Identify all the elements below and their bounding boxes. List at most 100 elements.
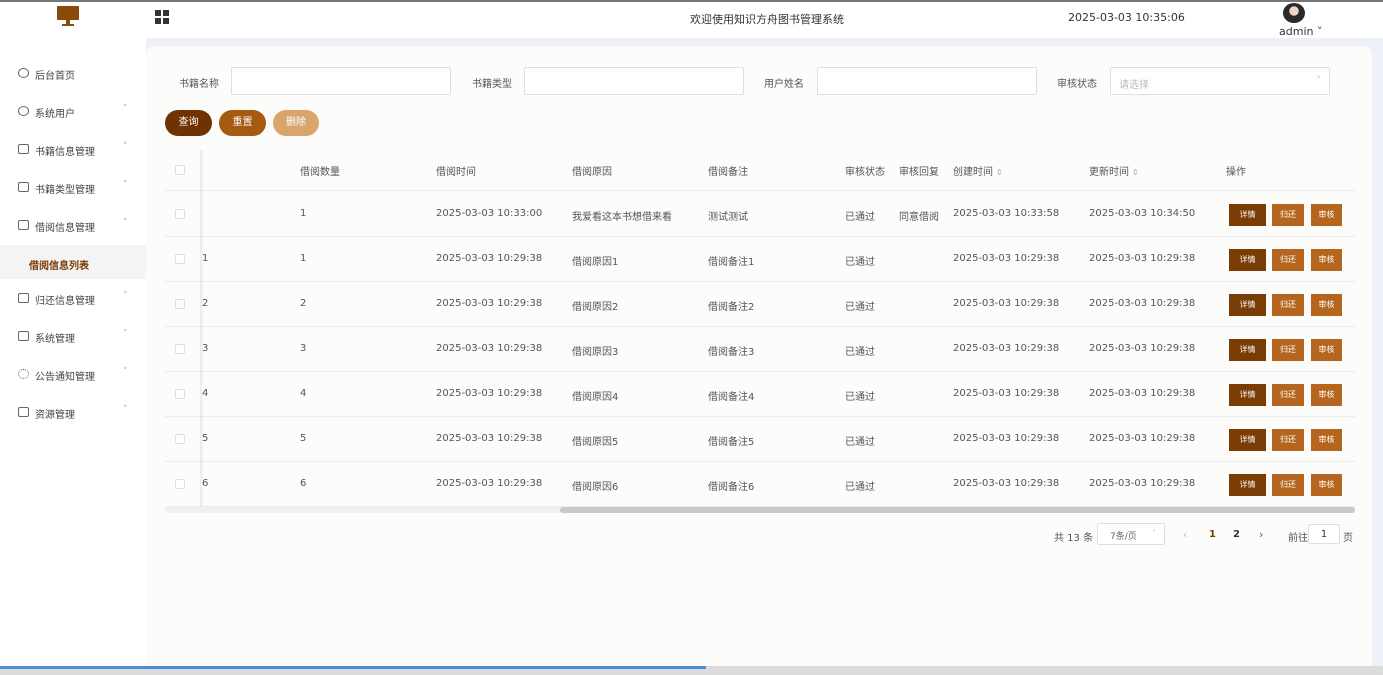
sidebar-item-label: 公告通知管理 xyxy=(35,372,95,383)
row-checkbox[interactable] xyxy=(175,434,185,444)
row-checkbox[interactable] xyxy=(175,479,185,489)
sidebar-item-label: 资源管理 xyxy=(35,410,75,421)
cell-status: 已通过 xyxy=(845,302,875,313)
audit-button[interactable]: 审核 xyxy=(1311,204,1342,226)
select-all-checkbox[interactable] xyxy=(175,165,185,175)
cell-status: 已通过 xyxy=(845,392,875,403)
sidebar-item-resources[interactable]: 资源管理 ˅ xyxy=(0,394,146,432)
audit-button[interactable]: 审核 xyxy=(1311,249,1342,271)
chevron-down-icon: ˅ xyxy=(123,367,128,377)
audit-button[interactable]: 审核 xyxy=(1311,294,1342,316)
bottom-scrollbar xyxy=(0,666,1383,675)
audit-status-label: 审核状态 xyxy=(1057,79,1097,90)
return-button[interactable]: 归还 xyxy=(1272,384,1304,406)
sidebar-item-return-info[interactable]: 归还信息管理 ˅ xyxy=(0,280,146,318)
row-checkbox[interactable] xyxy=(175,299,185,309)
menu-grid-icon[interactable] xyxy=(155,10,169,24)
return-button[interactable]: 归还 xyxy=(1272,474,1304,496)
sidebar-item-system-users[interactable]: 系统用户 ˅ xyxy=(0,93,146,131)
col-updated[interactable]: 更新时间 ⇕ xyxy=(1089,163,1139,178)
detail-button[interactable]: 详情 xyxy=(1229,294,1266,316)
cell-qty: 5 xyxy=(300,433,307,444)
audit-button[interactable]: 审核 xyxy=(1311,429,1342,451)
detail-button[interactable]: 详情 xyxy=(1229,249,1266,271)
row-checkbox[interactable] xyxy=(175,344,185,354)
detail-button[interactable]: 详情 xyxy=(1229,339,1266,361)
audit-button[interactable]: 审核 xyxy=(1311,474,1342,496)
cell-remark: 借阅备注6 xyxy=(708,482,755,493)
book-type-input[interactable] xyxy=(524,67,744,95)
return-button[interactable]: 归还 xyxy=(1272,249,1304,271)
sidebar-item-book-type[interactable]: 书籍类型管理 ˅ xyxy=(0,169,146,207)
detail-button[interactable]: 详情 xyxy=(1229,429,1266,451)
page-2-button[interactable]: 2 xyxy=(1233,529,1240,540)
sidebar-item-notice[interactable]: 公告通知管理 ˅ xyxy=(0,356,146,394)
fixed-column-shadow xyxy=(200,150,204,508)
sidebar-item-label: 系统管理 xyxy=(35,334,75,345)
chevron-down-icon: ˅ xyxy=(123,329,128,339)
sidebar-subitem-borrow-list[interactable]: 借阅信息列表 xyxy=(0,245,146,279)
user-name-label: 用户姓名 xyxy=(764,79,804,90)
sidebar-item-home[interactable]: 后台首页 xyxy=(0,55,146,93)
horizontal-scrollbar-thumb[interactable] xyxy=(560,507,1355,513)
cell-status: 已通过 xyxy=(845,437,875,448)
table-row: 4 4 2025-03-03 10:29:38 借阅原因4 借阅备注4 已通过 2025-0… xyxy=(165,372,1355,417)
cell-status: 已通过 xyxy=(845,482,875,493)
cell-reply: 同意借阅 xyxy=(899,212,939,223)
cell-remark: 借阅备注2 xyxy=(708,302,755,313)
delete-button[interactable]: 删除 xyxy=(273,110,319,136)
audit-button[interactable]: 审核 xyxy=(1311,384,1342,406)
loading-icon xyxy=(18,369,29,379)
page-1-button[interactable]: 1 xyxy=(1209,529,1216,540)
return-button[interactable]: 归还 xyxy=(1272,294,1304,316)
row-checkbox[interactable] xyxy=(175,254,185,264)
cell-qty: 4 xyxy=(300,388,307,399)
sidebar-item-borrow-info[interactable]: 借阅信息管理 ˄ xyxy=(0,207,146,245)
user-menu[interactable]: admin ˅ xyxy=(1279,25,1322,38)
cell-status: 已通过 xyxy=(845,347,875,358)
pagination-total: 共 13 条 xyxy=(1054,533,1094,544)
avatar[interactable] xyxy=(1283,3,1305,23)
reset-button[interactable]: 重置 xyxy=(219,110,266,136)
return-button[interactable]: 归还 xyxy=(1272,429,1304,451)
sidebar-item-book-info[interactable]: 书籍信息管理 ˅ xyxy=(0,131,146,169)
cell-created: 2025-03-03 10:29:38 xyxy=(953,478,1060,489)
sort-icon: ⇕ xyxy=(996,168,1003,177)
cell-updated: 2025-03-03 10:34:50 xyxy=(1089,208,1196,219)
table-row: 3 3 2025-03-03 10:29:38 借阅原因3 借阅备注3 已通过 2025-0… xyxy=(165,327,1355,372)
return-button[interactable]: 归还 xyxy=(1272,339,1304,361)
page-size-select[interactable]: 7条/页 ˅ xyxy=(1097,523,1165,545)
detail-button[interactable]: 详情 xyxy=(1229,384,1266,406)
col-created[interactable]: 创建时间 ⇕ xyxy=(953,163,1003,178)
top-bar: 欢迎使用知识方舟图书管理系统 2025-03-03 10:35:06 admin… xyxy=(0,0,1383,38)
cell-time: 2025-03-03 10:29:38 xyxy=(436,433,543,444)
cell-reason: 我爱看这本书想借来看 xyxy=(572,212,672,223)
detail-button[interactable]: 详情 xyxy=(1229,204,1266,226)
user-name-input[interactable] xyxy=(817,67,1037,95)
book-name-input[interactable] xyxy=(231,67,451,95)
monitor-logo-icon xyxy=(57,6,79,26)
cell-remark: 借阅备注3 xyxy=(708,347,755,358)
prev-page-button[interactable]: ‹ xyxy=(1183,528,1187,541)
detail-button[interactable]: 详情 xyxy=(1229,474,1266,496)
cell-qty: 2 xyxy=(300,298,307,309)
sidebar-item-system-manage[interactable]: 系统管理 ˅ xyxy=(0,318,146,356)
cell-updated: 2025-03-03 10:29:38 xyxy=(1089,478,1196,489)
goto-page-input[interactable] xyxy=(1308,524,1340,544)
chevron-down-icon: ˅ xyxy=(123,405,128,415)
cell-time: 2025-03-03 10:29:38 xyxy=(436,298,543,309)
cell-created: 2025-03-03 10:29:38 xyxy=(953,433,1060,444)
audit-button[interactable]: 审核 xyxy=(1311,339,1342,361)
audit-status-select[interactable]: 请选择 ˅ xyxy=(1110,67,1330,95)
current-time: 2025-03-03 10:35:06 xyxy=(1068,11,1185,24)
row-checkbox[interactable] xyxy=(175,209,185,219)
printer-icon xyxy=(18,407,29,417)
query-button[interactable]: 查询 xyxy=(165,110,212,136)
goto-suffix: 页 xyxy=(1343,533,1353,544)
row-checkbox[interactable] xyxy=(175,389,185,399)
return-button[interactable]: 归还 xyxy=(1272,204,1304,226)
cell-time: 2025-03-03 10:29:38 xyxy=(436,388,543,399)
sidebar-item-label: 系统用户 xyxy=(35,109,75,120)
cell-created: 2025-03-03 10:29:38 xyxy=(953,298,1060,309)
next-page-button[interactable]: › xyxy=(1259,528,1263,541)
